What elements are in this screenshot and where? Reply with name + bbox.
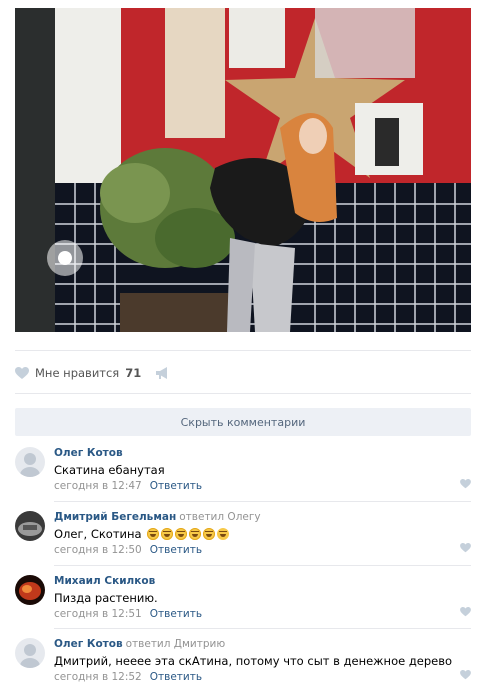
reply-button[interactable]: Ответить — [150, 671, 202, 683]
comment-author[interactable]: Олег Котов ответил Дмитрию — [54, 638, 225, 650]
laughing-emoji — [175, 528, 188, 540]
post-photo[interactable] — [15, 8, 471, 332]
reply-button[interactable]: Ответить — [150, 480, 202, 492]
comment: Олег Котов Скатина ебанутая сегодня в 12… — [15, 447, 471, 503]
upside-down-emoji — [217, 528, 230, 540]
heart-icon[interactable] — [15, 366, 29, 380]
reply-to: ответил Дмитрию — [125, 638, 226, 650]
avatar[interactable] — [15, 511, 45, 541]
divider — [54, 628, 471, 629]
comment-time[interactable]: сегодня в 12:50 — [54, 544, 142, 556]
avatar[interactable] — [15, 575, 45, 605]
comment-text: Дмитрий, нееее эта скАтина, потому что с… — [54, 654, 453, 668]
hide-comments-button[interactable]: Скрыть комментарии — [15, 408, 471, 436]
comment-author[interactable]: Олег Котов — [54, 447, 126, 459]
comment-text: Скатина ебанутая — [54, 463, 165, 477]
divider — [15, 393, 471, 394]
reply-to: ответил Олегу — [179, 511, 261, 523]
comment-time[interactable]: сегодня в 12:51 — [54, 608, 142, 620]
comment-time[interactable]: сегодня в 12:52 — [54, 671, 142, 683]
comment-time[interactable]: сегодня в 12:47 — [54, 480, 142, 492]
laughing-emoji — [189, 528, 202, 540]
reply-button[interactable]: Ответить — [150, 544, 202, 556]
heart-icon[interactable] — [460, 479, 471, 489]
divider — [54, 501, 471, 502]
like-bar[interactable]: Мне нравится 71 — [15, 364, 169, 382]
comment: Олег Котов ответил Дмитрию Дмитрий, нееее… — [15, 638, 471, 694]
avatar[interactable] — [15, 638, 45, 668]
comment-meta: сегодня в 12:52 Ответить — [54, 671, 202, 683]
heart-icon[interactable] — [460, 543, 471, 553]
laughing-emoji — [161, 528, 174, 540]
comment-text: Олег, Скотина — [54, 527, 230, 541]
heart-icon[interactable] — [460, 607, 471, 617]
comment: Михаил Скилков Пизда растению. сегодня в… — [15, 575, 471, 631]
like-label[interactable]: Мне нравится — [35, 366, 119, 380]
divider — [15, 350, 471, 351]
comment-meta: сегодня в 12:51 Ответить — [54, 608, 202, 620]
comment-text: Пизда растению. — [54, 591, 158, 605]
laughing-emoji — [147, 528, 160, 540]
heart-icon[interactable] — [460, 670, 471, 680]
comment-meta: сегодня в 12:47 Ответить — [54, 480, 202, 492]
comment: Дмитрий Бегельман ответил Олегу Олег, Ско… — [15, 511, 471, 567]
megaphone-icon[interactable] — [155, 366, 169, 380]
comment-author[interactable]: Михаил Скилков — [54, 575, 158, 587]
avatar[interactable] — [15, 447, 45, 477]
divider — [54, 565, 471, 566]
reply-button[interactable]: Ответить — [150, 608, 202, 620]
laughing-emoji — [203, 528, 216, 540]
comment-author[interactable]: Дмитрий Бегельман ответил Олегу — [54, 511, 261, 523]
like-count[interactable]: 71 — [125, 366, 141, 380]
comment-meta: сегодня в 12:50 Ответить — [54, 544, 202, 556]
